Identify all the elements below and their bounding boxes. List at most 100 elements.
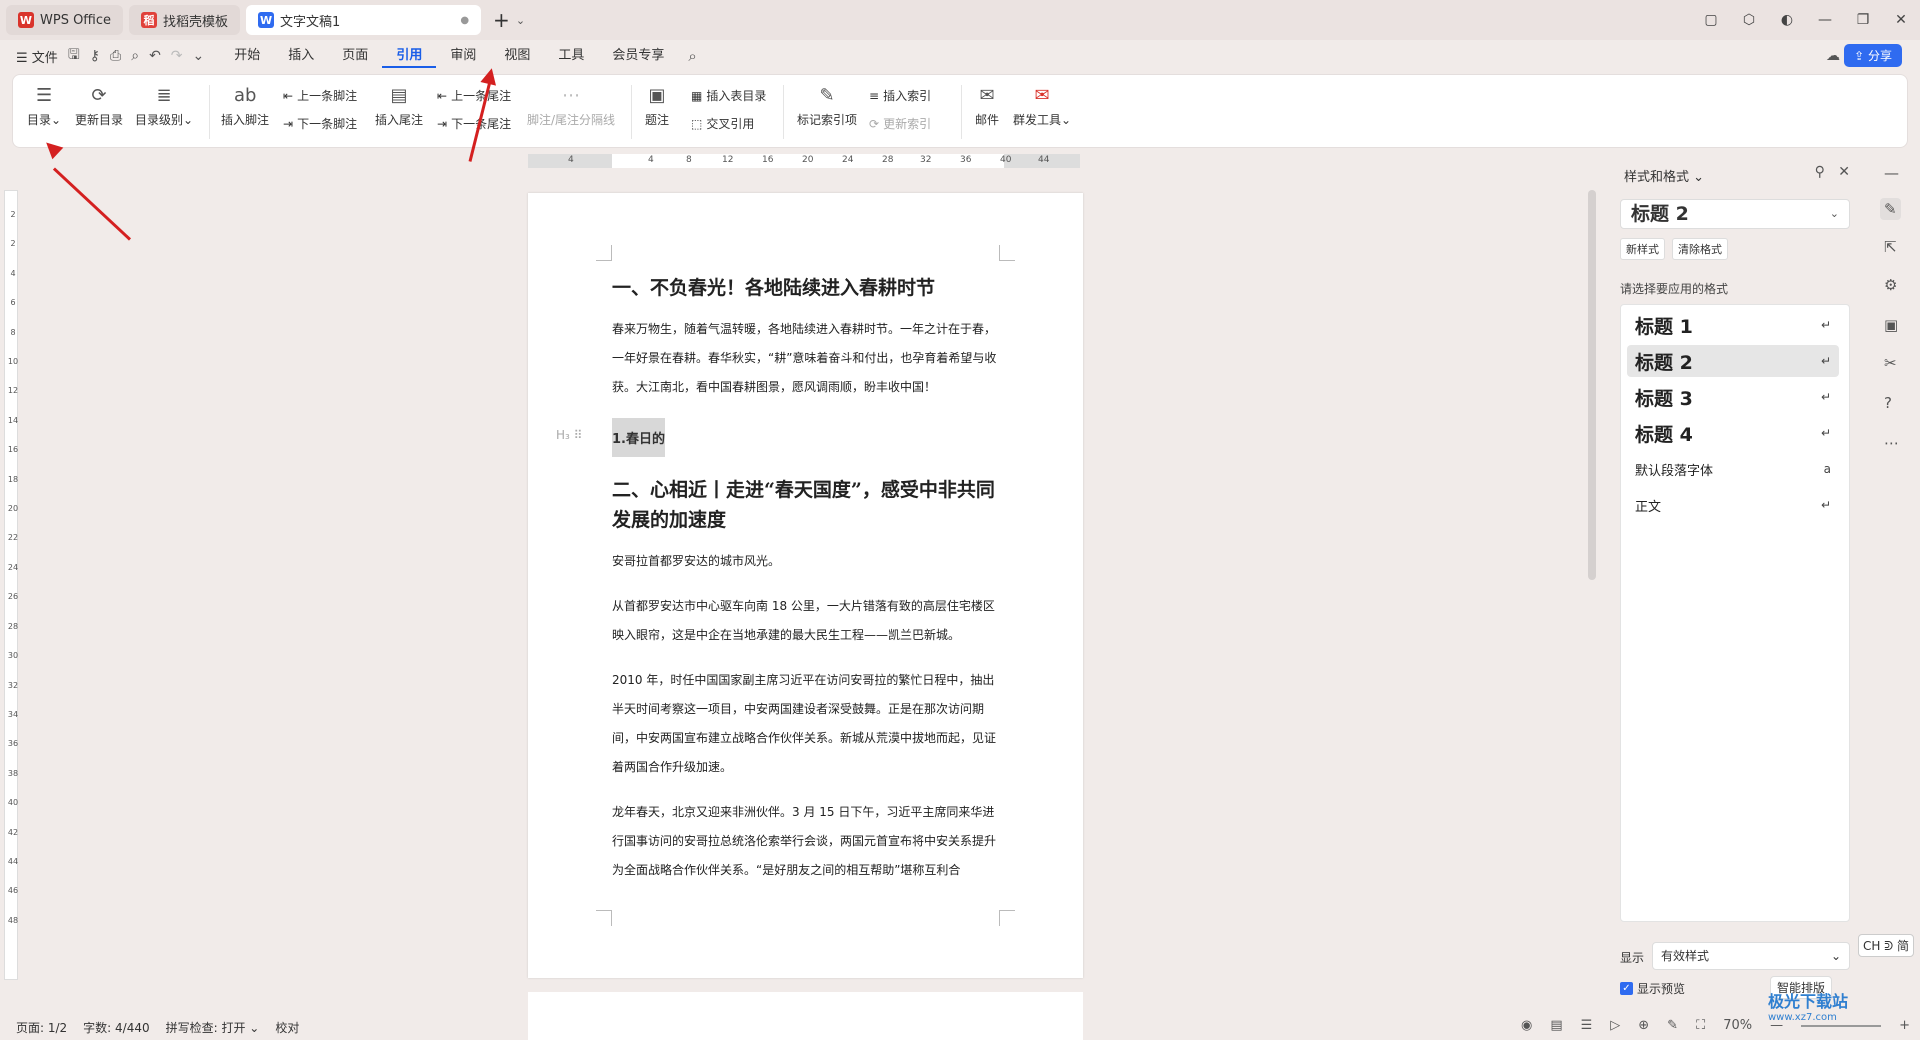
update-toc-button[interactable]: ⟳ 更新目录 xyxy=(75,85,123,128)
tools-icon[interactable]: ✂ xyxy=(1884,354,1897,372)
menu-tools[interactable]: 工具 xyxy=(544,44,598,68)
menu-start[interactable]: 开始 xyxy=(220,44,274,68)
tab-wps-office[interactable]: W WPS Office xyxy=(6,5,124,35)
paragraph[interactable]: 2010 年，时任中国国家副主席习近平在访问安哥拉的繁忙日程中，抽出半天时间考察… xyxy=(612,666,1004,782)
separator-icon: ⋯ xyxy=(562,85,581,106)
cross-reference-button[interactable]: ⬚ 交叉引用 xyxy=(691,115,754,132)
prev-footnote-button[interactable]: ⇤ 上一条脚注 xyxy=(283,87,357,104)
style-item-heading-1[interactable]: 标题 1 ↵ xyxy=(1627,309,1839,341)
next-endnote-button[interactable]: ⇥ 下一条尾注 xyxy=(437,115,511,132)
page-view-icon[interactable]: ▤ xyxy=(1550,1018,1562,1033)
close-panel-icon[interactable]: ✕ xyxy=(1838,164,1850,180)
insert-index-button[interactable]: ≡ 插入索引 xyxy=(869,87,931,104)
eye-icon[interactable]: ◉ xyxy=(1521,1018,1532,1033)
cube-icon[interactable]: ⬡ xyxy=(1730,12,1768,28)
current-style-select[interactable]: 标题 2 ⌄ xyxy=(1620,199,1850,229)
more-icon[interactable]: ⋯ xyxy=(1884,434,1899,452)
style-item-heading-3[interactable]: 标题 3 ↵ xyxy=(1627,381,1839,413)
collapse-icon[interactable]: — xyxy=(1884,164,1899,182)
cloud-icon[interactable]: ☁ xyxy=(1826,48,1840,64)
clear-format-button[interactable]: 清除格式 xyxy=(1672,238,1728,260)
style-item-heading-2[interactable]: 标题 2 ↵ xyxy=(1627,345,1839,377)
heading-1[interactable]: 二、心相近丨走进“春天国度”，感受中非共同发展的加速度 xyxy=(612,475,1004,535)
zoom-slider[interactable] xyxy=(1801,1024,1882,1027)
toc-level-button[interactable]: ≣ 目录级别⌄ xyxy=(135,85,193,128)
tab-document[interactable]: W 文字文稿1 ● xyxy=(246,5,482,35)
more-chevron-icon[interactable]: ⌄ xyxy=(193,48,205,64)
save-icon[interactable]: 🖫 xyxy=(68,44,80,68)
image-edit-icon[interactable]: ▣ xyxy=(1884,316,1898,334)
toc-button[interactable]: ☰ 目录⌄ xyxy=(27,85,61,128)
unsaved-dot-icon[interactable]: ● xyxy=(460,15,469,26)
ime-indicator[interactable]: CH ᕲ 简 xyxy=(1858,934,1914,957)
word-count[interactable]: 字数: 4/440 xyxy=(83,1019,149,1036)
help-icon[interactable]: ? xyxy=(1884,394,1892,412)
document-page[interactable]: 一、不负春光！各地陆续进入春耕时节 春来万物生，随着气温转暖，各地陆续进入春耕时… xyxy=(528,193,1083,978)
paragraph[interactable]: 从首都罗安达市中心驱车向南 18 公里，一大片错落有致的高层住宅楼区映入眼帘，这… xyxy=(612,592,1004,650)
heading-marker-icon[interactable]: H₃ ⠿ xyxy=(556,428,582,442)
next-footnote-button[interactable]: ⇥ 下一条脚注 xyxy=(283,115,357,132)
insert-table-of-figures-button[interactable]: ▦ 插入表目录 xyxy=(691,87,766,104)
menu-references[interactable]: 引用 xyxy=(382,44,437,68)
panel-title[interactable]: 样式和格式 ⌄ xyxy=(1624,166,1704,185)
document-body[interactable]: 一、不负春光！各地陆续进入春耕时节 春来万物生，随着气温转暖，各地陆续进入春耕时… xyxy=(556,273,1004,902)
share-button[interactable]: ⇪ 分享 xyxy=(1844,44,1902,67)
style-brush-icon[interactable]: ✎ xyxy=(1880,198,1901,220)
zoom-level[interactable]: 70% xyxy=(1723,1018,1752,1033)
page-indicator[interactable]: 页面: 1/2 xyxy=(16,1019,67,1036)
mark-index-button[interactable]: ✎ 标记索引项 xyxy=(797,85,857,128)
window-mode-icon[interactable]: ▢ xyxy=(1692,12,1730,28)
menu-page[interactable]: 页面 xyxy=(328,44,382,68)
key-icon[interactable]: ⚷ xyxy=(90,48,100,64)
avatar[interactable]: ◐ xyxy=(1768,12,1806,28)
menu-view[interactable]: 视图 xyxy=(490,44,544,68)
restore-icon[interactable]: ❐ xyxy=(1844,12,1882,28)
prev-endnote-button[interactable]: ⇤ 上一条尾注 xyxy=(437,87,511,104)
style-item-default-font[interactable]: 默认段落字体 a xyxy=(1627,453,1839,485)
adjust-icon[interactable]: ⚙ xyxy=(1884,276,1897,294)
paragraph[interactable]: 春来万物生，随着气温转暖，各地陆续进入春耕时节。一年之计在于春，一年好景在春耕。… xyxy=(612,315,1004,402)
minimize-icon[interactable]: — xyxy=(1806,12,1844,28)
mail-button[interactable]: ✉ 邮件 xyxy=(975,85,999,128)
footnote-separator-button[interactable]: ⋯ 脚注/尾注分隔线 xyxy=(527,85,615,128)
new-style-button[interactable]: 新样式 xyxy=(1620,238,1665,260)
pin-icon[interactable]: ⚲ xyxy=(1815,164,1825,180)
insert-endnote-button[interactable]: ▤ 插入尾注 xyxy=(375,85,423,128)
menu-vip[interactable]: 会员专享 xyxy=(598,44,678,68)
heading-1[interactable]: 一、不负春光！各地陆续进入春耕时节 xyxy=(612,273,1004,303)
web-view-icon[interactable]: ⊕ xyxy=(1638,1018,1649,1033)
heading-3-selected[interactable]: 1.春日的 xyxy=(612,418,665,457)
chevron-down-icon[interactable]: ⌄ xyxy=(516,14,525,27)
outline-icon[interactable]: ☰ xyxy=(1581,1018,1593,1033)
redo-icon[interactable]: ↷ xyxy=(171,48,183,64)
caption-button[interactable]: ▣ 题注 xyxy=(645,85,669,128)
document-scrollbar[interactable] xyxy=(1588,190,1596,580)
pen-icon[interactable]: ✎ xyxy=(1667,1018,1678,1033)
search-icon[interactable]: ⌕ xyxy=(688,47,696,65)
style-item-body[interactable]: 正文 ↵ xyxy=(1627,489,1839,521)
fit-icon[interactable]: ⛶ xyxy=(1696,1018,1705,1033)
menu-insert[interactable]: 插入 xyxy=(274,44,328,68)
update-index-button[interactable]: ⟳ 更新索引 xyxy=(869,115,931,132)
new-tab-plus-icon[interactable]: + xyxy=(493,8,510,32)
tab-docer[interactable]: 稻 找稻壳模板 xyxy=(129,5,241,35)
menu-review[interactable]: 审阅 xyxy=(436,44,490,68)
mass-mail-tool-button[interactable]: ✉ 群发工具⌄ xyxy=(1013,85,1071,128)
file-menu[interactable]: ☰ 文件 xyxy=(16,47,58,66)
undo-icon[interactable]: ↶ xyxy=(149,48,161,64)
select-cursor-icon[interactable]: ⇱ xyxy=(1884,238,1897,256)
checkbox-checked-icon[interactable]: ✓ xyxy=(1620,982,1633,995)
show-preview-toggle[interactable]: ✓ 显示预览 xyxy=(1620,980,1685,997)
proofread[interactable]: 校对 xyxy=(275,1019,299,1036)
paragraph[interactable]: 龙年春天，北京又迎来非洲伙伴。3 月 15 日下午，习近平主席同来华进行国事访问… xyxy=(612,798,1004,886)
paragraph[interactable]: 安哥拉首都罗安达的城市风光。 xyxy=(612,547,1004,576)
close-icon[interactable]: ✕ xyxy=(1882,12,1920,28)
style-item-heading-4[interactable]: 标题 4 ↵ xyxy=(1627,417,1839,449)
insert-footnote-button[interactable]: ab 插入脚注 xyxy=(221,85,269,128)
play-icon[interactable]: ▷ xyxy=(1610,1018,1620,1033)
display-filter-select[interactable]: 有效样式 ⌄ xyxy=(1652,942,1850,970)
spell-check[interactable]: 拼写检查: 打开 ⌄ xyxy=(166,1019,260,1036)
zoom-in-icon[interactable]: + xyxy=(1899,1018,1910,1033)
print-icon[interactable]: ⎙ xyxy=(110,48,121,64)
print-preview-icon[interactable]: ⌕ xyxy=(131,48,139,64)
